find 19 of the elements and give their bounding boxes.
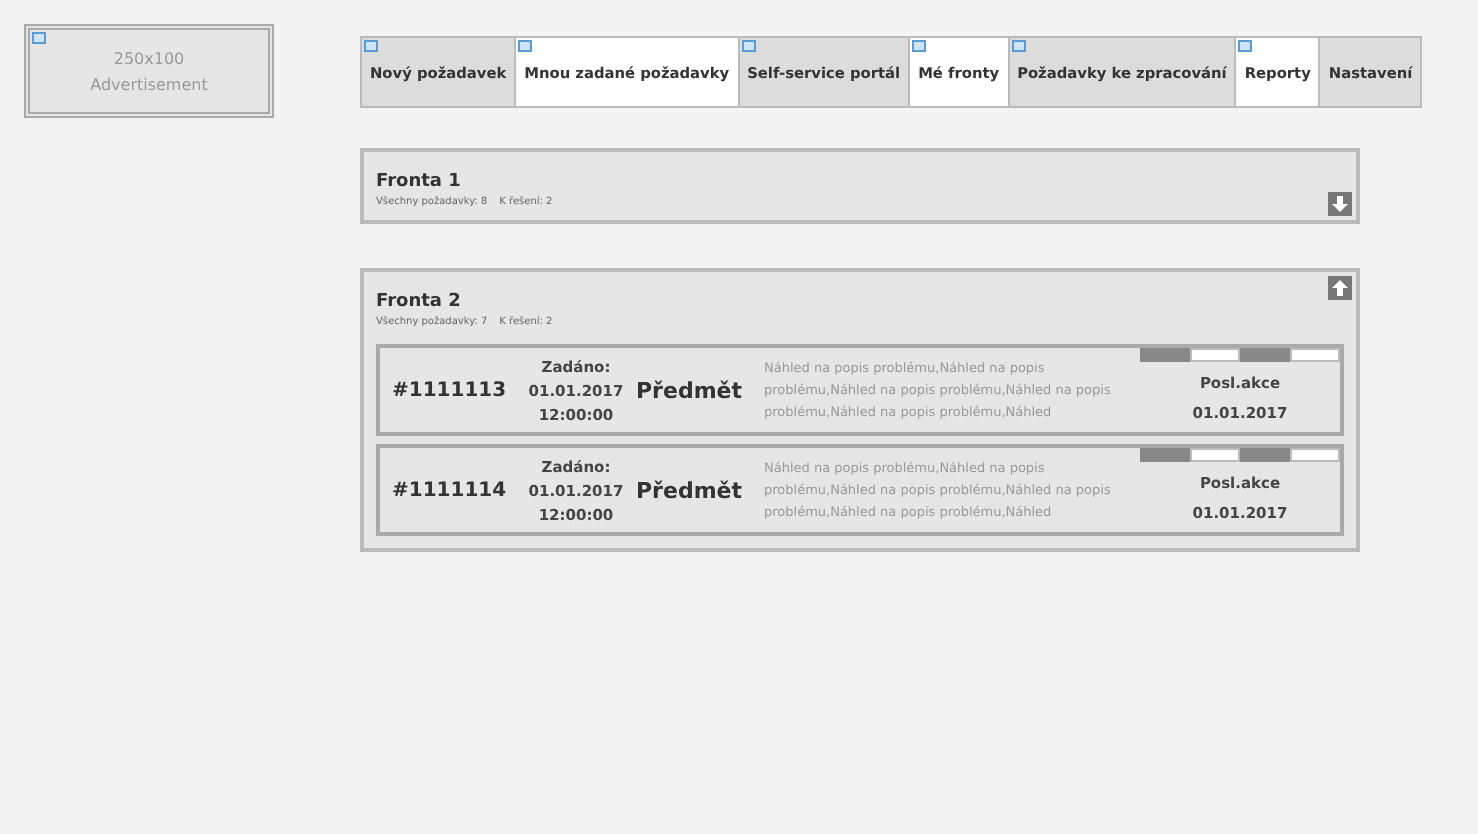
status-field <box>1290 448 1340 462</box>
ad-label: Advertisement <box>90 75 208 93</box>
request-id: #1111114 <box>392 479 509 501</box>
status-tag <box>1140 448 1190 462</box>
status-field <box>1190 448 1240 462</box>
ad-size: 250x100 <box>113 49 185 67</box>
status-field <box>1290 348 1340 362</box>
image-icon <box>32 32 46 44</box>
status-tag <box>1240 348 1290 362</box>
status-tag <box>1240 448 1290 462</box>
collapse-button[interactable] <box>1328 276 1352 300</box>
request-id: #1111113 <box>392 379 509 401</box>
queue-title: Fronta 1 <box>376 172 463 192</box>
request-subject: Předmět <box>636 477 745 503</box>
status-field <box>1190 348 1240 362</box>
queue-title: Fronta 2 <box>376 292 463 312</box>
expand-button[interactable] <box>1328 192 1352 216</box>
status-tag <box>1140 348 1190 362</box>
request-subject: Předmět <box>636 377 745 403</box>
